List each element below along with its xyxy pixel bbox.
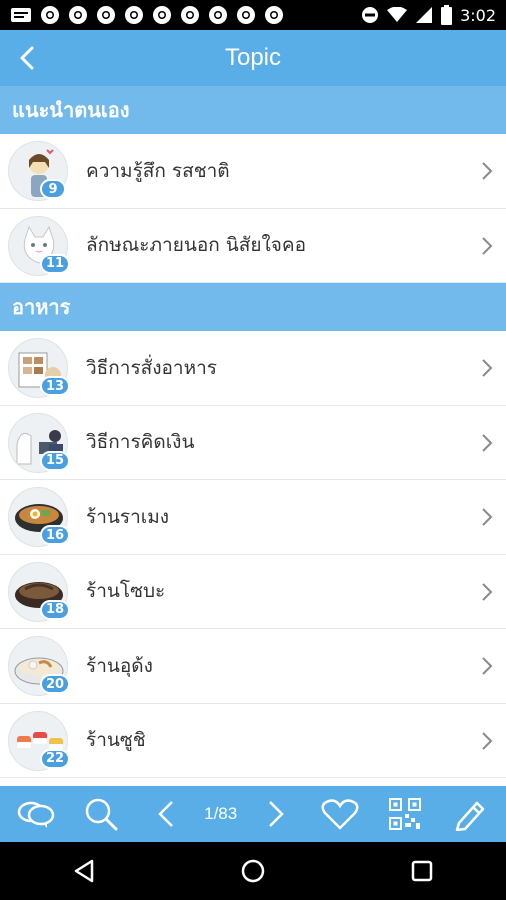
- home-circle-icon: [241, 859, 265, 883]
- page-title: Topic: [224, 44, 282, 71]
- list-item[interactable]: 18 ร้านโซบะ: [0, 554, 506, 629]
- recents-square-icon: [411, 860, 432, 882]
- list-item[interactable]: 11 ลักษณะภายนอก นิสัยใจคอ: [0, 208, 506, 283]
- app-bar: Topic: [0, 30, 506, 86]
- chrome-icon: [68, 5, 88, 25]
- lesson-number-badge: 22: [40, 748, 71, 769]
- clock: 3:02: [460, 5, 496, 25]
- system-status: 3:02: [361, 5, 496, 25]
- list-item[interactable]: 15 วิธีการคิดเงิน: [0, 405, 506, 480]
- chevron-right-icon: [482, 508, 493, 526]
- lesson-number-badge: 9: [40, 179, 66, 199]
- lesson-number-badge: 18: [40, 599, 71, 620]
- lesson-number-badge: 20: [40, 674, 71, 694]
- qr-code-icon: [389, 798, 422, 830]
- lesson-number-badge: 11: [40, 253, 71, 274]
- status-bar: 3:02: [0, 0, 506, 30]
- topic-list[interactable]: แนะนำตนเอง 9 ความรู้สึก รสชาติ 11 ลักษณะ…: [0, 86, 506, 786]
- back-triangle-icon: [75, 859, 94, 883]
- list-item-label: ร้านซูชิ: [86, 729, 146, 752]
- notes-button[interactable]: [444, 790, 496, 838]
- section-header-food: อาหาร: [0, 283, 506, 331]
- chrome-icon: [208, 5, 228, 25]
- heart-icon: [321, 799, 359, 830]
- chevron-right-icon: [482, 162, 493, 180]
- back-button[interactable]: [8, 38, 48, 78]
- wifi-icon: [387, 7, 408, 23]
- pencil-icon: [455, 801, 484, 831]
- next-arrow-icon: [268, 801, 284, 827]
- list-item[interactable]: 13 วิธีการสั่งอาหาร: [0, 331, 506, 406]
- chevron-right-icon: [482, 582, 493, 601]
- section-title: แนะนำตนเอง: [12, 98, 130, 122]
- chat-bubbles-icon: [18, 801, 55, 828]
- previous-page-button[interactable]: [140, 790, 192, 838]
- page-indicator: 1/83: [204, 804, 238, 823]
- system-recents-button[interactable]: [392, 847, 452, 895]
- chrome-icon: [124, 5, 144, 25]
- list-item-label: วิธีการสั่งอาหาร: [86, 356, 217, 379]
- battery-icon: [441, 5, 453, 25]
- favorite-button[interactable]: [314, 790, 366, 838]
- list-item-label: ร้านโซบะ: [86, 580, 166, 603]
- next-page-button[interactable]: [250, 790, 302, 838]
- signal-icon: [415, 6, 433, 24]
- list-item-label: ร้านราเมง: [86, 505, 170, 528]
- chevron-right-icon: [482, 236, 493, 255]
- system-back-button[interactable]: [54, 847, 114, 895]
- system-navigation-bar: [0, 842, 506, 900]
- list-item[interactable]: 22 ร้านซูชิ: [0, 703, 506, 778]
- bottom-toolbar: 1/83: [0, 786, 506, 842]
- list-item[interactable]: 16 ร้านราเมง: [0, 480, 506, 555]
- lesson-number-badge: 15: [40, 450, 71, 471]
- chrome-icon: [96, 5, 116, 25]
- search-icon: [85, 798, 118, 831]
- chrome-icon: [180, 5, 200, 25]
- list-item-label: วิธีการคิดเงิน: [86, 431, 195, 454]
- search-button[interactable]: [75, 790, 127, 838]
- list-item-label: ร้านอุด้ง: [86, 654, 153, 677]
- qr-code-button[interactable]: [379, 790, 431, 838]
- chrome-icon: [152, 5, 172, 25]
- lesson-number-badge: 16: [40, 525, 71, 545]
- lesson-number-badge: 13: [40, 376, 71, 396]
- section-header-self-intro: แนะนำตนเอง: [0, 86, 506, 134]
- prev-arrow-icon: [157, 801, 173, 827]
- chevron-right-icon: [482, 657, 493, 675]
- conversation-button[interactable]: [10, 790, 62, 838]
- chrome-icon: [236, 5, 256, 25]
- chevron-right-icon: [482, 359, 493, 377]
- section-title: อาหาร: [12, 295, 71, 319]
- list-item-label: ความรู้สึก รสชาติ: [86, 159, 230, 182]
- chrome-icon: [264, 5, 284, 25]
- list-item-label: ลักษณะภายนอก นิสัยใจคอ: [86, 234, 307, 257]
- list-item[interactable]: 20 ร้านอุด้ง: [0, 629, 506, 704]
- system-home-button[interactable]: [223, 847, 283, 895]
- notification-icons: [10, 5, 284, 25]
- chevron-left-icon: [20, 46, 34, 70]
- list-item[interactable]: 9 ความรู้สึก รสชาติ: [0, 134, 506, 209]
- chrome-icon: [40, 5, 60, 25]
- chevron-right-icon: [482, 731, 493, 750]
- message-icon: [10, 6, 32, 24]
- dnd-icon: [361, 6, 379, 24]
- chevron-right-icon: [482, 433, 493, 452]
